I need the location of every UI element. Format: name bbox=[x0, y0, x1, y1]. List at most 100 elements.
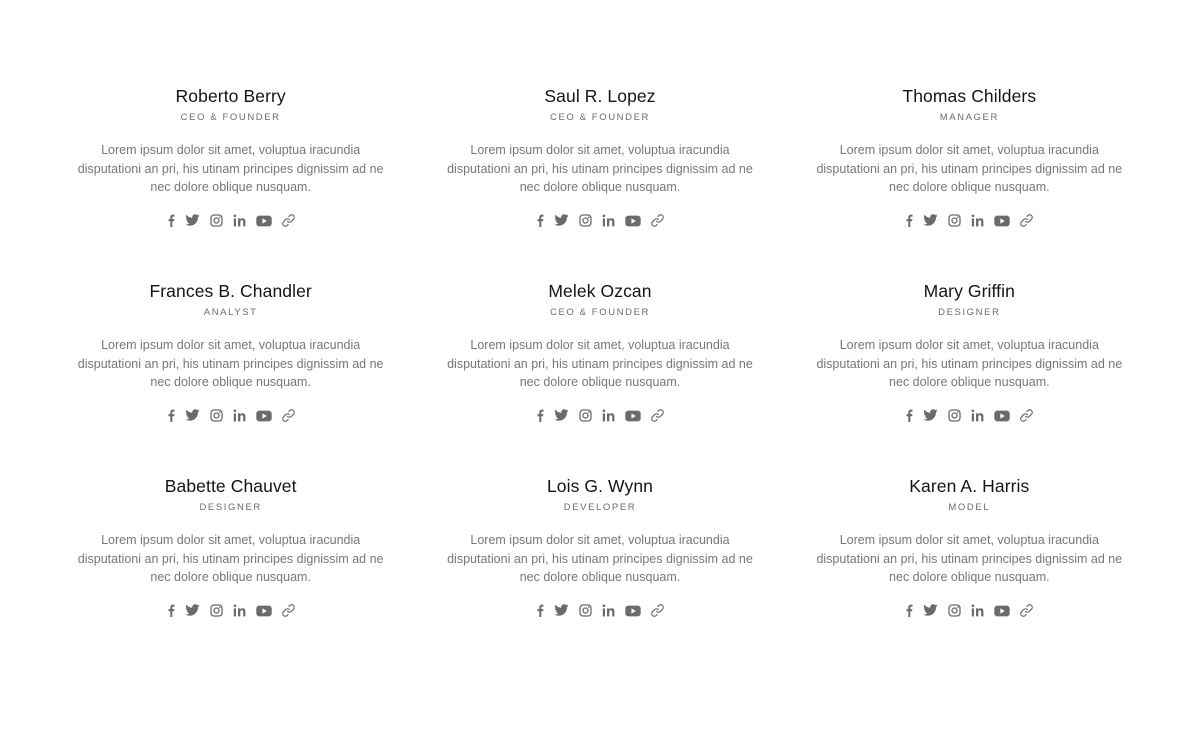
link-link[interactable] bbox=[651, 604, 664, 617]
facebook-link[interactable] bbox=[536, 604, 544, 617]
instagram-link[interactable] bbox=[210, 409, 223, 422]
twitter-icon bbox=[923, 214, 938, 227]
facebook-link[interactable] bbox=[905, 214, 913, 227]
linkedin-link[interactable] bbox=[602, 409, 615, 422]
team-member-card: Frances B. Chandler ANALYST Lorem ipsum … bbox=[46, 280, 415, 475]
instagram-icon bbox=[579, 604, 592, 617]
twitter-link[interactable] bbox=[923, 604, 938, 617]
youtube-icon bbox=[994, 605, 1011, 617]
instagram-link[interactable] bbox=[210, 214, 223, 227]
youtube-link[interactable] bbox=[994, 605, 1011, 617]
linkedin-link[interactable] bbox=[233, 604, 246, 617]
youtube-icon bbox=[255, 215, 272, 227]
youtube-link[interactable] bbox=[255, 605, 272, 617]
link-link[interactable] bbox=[1020, 604, 1034, 617]
link-icon bbox=[281, 409, 295, 422]
youtube-link[interactable] bbox=[625, 215, 641, 227]
instagram-link[interactable] bbox=[210, 604, 223, 617]
member-name: Karen A. Harris bbox=[909, 476, 1030, 496]
instagram-link[interactable] bbox=[579, 604, 592, 617]
link-icon bbox=[651, 214, 664, 227]
facebook-icon bbox=[167, 409, 175, 422]
member-role: CEO & FOUNDER bbox=[550, 112, 650, 123]
facebook-link[interactable] bbox=[167, 604, 175, 617]
twitter-link[interactable] bbox=[185, 604, 200, 617]
link-icon bbox=[651, 604, 664, 617]
youtube-link[interactable] bbox=[994, 215, 1011, 227]
member-role: DESIGNER bbox=[938, 307, 1001, 318]
twitter-link[interactable] bbox=[185, 409, 200, 422]
youtube-link[interactable] bbox=[255, 410, 272, 422]
youtube-icon bbox=[994, 215, 1011, 227]
facebook-link[interactable] bbox=[905, 604, 913, 617]
twitter-link[interactable] bbox=[185, 214, 200, 227]
twitter-link[interactable] bbox=[554, 214, 569, 227]
facebook-icon bbox=[536, 604, 544, 617]
link-link[interactable] bbox=[1020, 214, 1034, 227]
social-links bbox=[536, 213, 664, 229]
linkedin-icon bbox=[602, 604, 615, 617]
team-member-card: Mary Griffin DESIGNER Lorem ipsum dolor … bbox=[785, 280, 1154, 475]
team-member-card: Babette Chauvet DESIGNER Lorem ipsum dol… bbox=[46, 475, 415, 670]
instagram-link[interactable] bbox=[579, 409, 592, 422]
member-role: MODEL bbox=[948, 502, 991, 513]
instagram-icon bbox=[948, 409, 961, 422]
link-link[interactable] bbox=[281, 604, 295, 617]
twitter-icon bbox=[185, 214, 200, 227]
link-link[interactable] bbox=[281, 214, 295, 227]
facebook-link[interactable] bbox=[536, 409, 544, 422]
member-bio: Lorem ipsum dolor sit amet, voluptua ira… bbox=[77, 338, 384, 389]
member-name: Lois G. Wynn bbox=[546, 476, 654, 496]
member-bio: Lorem ipsum dolor sit amet, voluptua ira… bbox=[816, 338, 1123, 389]
facebook-icon bbox=[905, 214, 913, 227]
linkedin-link[interactable] bbox=[233, 214, 246, 227]
social-links bbox=[905, 408, 1034, 424]
youtube-icon bbox=[255, 410, 272, 422]
facebook-link[interactable] bbox=[167, 409, 175, 422]
link-link[interactable] bbox=[281, 409, 295, 422]
instagram-link[interactable] bbox=[579, 214, 592, 227]
twitter-link[interactable] bbox=[554, 409, 569, 422]
instagram-link[interactable] bbox=[948, 604, 961, 617]
linkedin-link[interactable] bbox=[971, 409, 984, 422]
linkedin-link[interactable] bbox=[602, 604, 615, 617]
linkedin-icon bbox=[233, 604, 246, 617]
linkedin-link[interactable] bbox=[971, 214, 984, 227]
link-link[interactable] bbox=[1020, 409, 1034, 422]
youtube-link[interactable] bbox=[625, 605, 641, 617]
instagram-icon bbox=[210, 214, 223, 227]
member-name: Thomas Childers bbox=[902, 86, 1037, 106]
member-name: Roberto Berry bbox=[175, 86, 286, 106]
member-bio: Lorem ipsum dolor sit amet, voluptua ira… bbox=[77, 533, 384, 584]
member-name: Babette Chauvet bbox=[164, 476, 297, 496]
facebook-link[interactable] bbox=[905, 409, 913, 422]
linkedin-link[interactable] bbox=[602, 214, 615, 227]
member-bio: Lorem ipsum dolor sit amet, voluptua ira… bbox=[816, 143, 1123, 194]
youtube-icon bbox=[255, 605, 272, 617]
social-links bbox=[536, 408, 664, 424]
twitter-link[interactable] bbox=[923, 409, 938, 422]
social-links bbox=[167, 408, 295, 424]
instagram-icon bbox=[948, 604, 961, 617]
linkedin-icon bbox=[971, 409, 984, 422]
youtube-link[interactable] bbox=[625, 410, 641, 422]
instagram-link[interactable] bbox=[948, 214, 961, 227]
twitter-link[interactable] bbox=[554, 604, 569, 617]
member-role: ANALYST bbox=[203, 307, 258, 318]
youtube-link[interactable] bbox=[994, 410, 1011, 422]
link-icon bbox=[281, 604, 295, 617]
link-link[interactable] bbox=[651, 409, 664, 422]
member-role: CEO & FOUNDER bbox=[180, 112, 281, 123]
facebook-icon bbox=[167, 214, 175, 227]
link-link[interactable] bbox=[651, 214, 664, 227]
instagram-icon bbox=[210, 604, 223, 617]
instagram-link[interactable] bbox=[948, 409, 961, 422]
twitter-link[interactable] bbox=[923, 214, 938, 227]
linkedin-link[interactable] bbox=[971, 604, 984, 617]
social-links bbox=[167, 213, 295, 229]
facebook-link[interactable] bbox=[536, 214, 544, 227]
youtube-link[interactable] bbox=[255, 215, 272, 227]
linkedin-link[interactable] bbox=[233, 409, 246, 422]
member-role: MANAGER bbox=[939, 112, 999, 123]
facebook-link[interactable] bbox=[167, 214, 175, 227]
